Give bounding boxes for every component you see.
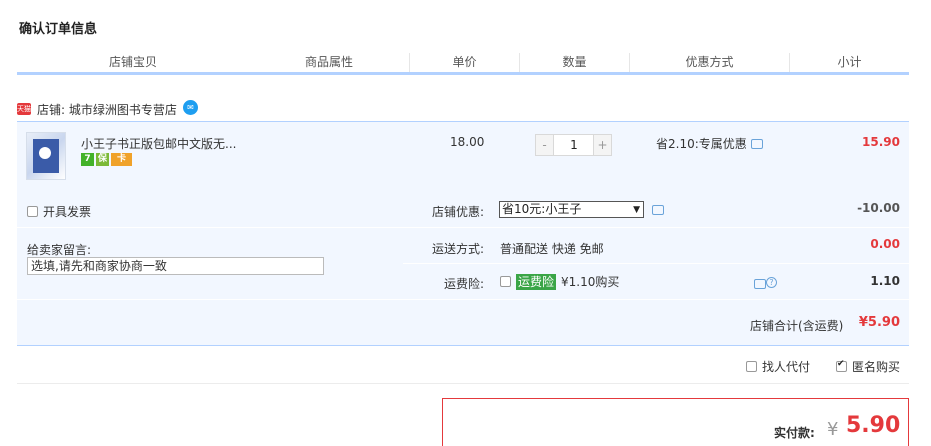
promotion-info: 省2.10:专属优惠: [656, 135, 763, 152]
insurance-option[interactable]: 运费险 ¥1.10购买: [500, 273, 619, 290]
divider: [403, 227, 909, 228]
payment-currency: ¥: [827, 419, 839, 440]
divider: [17, 299, 909, 300]
seven-day-return-icon[interactable]: 7: [81, 153, 94, 166]
order-item-row: 小王子书正版包邮中文版无... 7保卡 18.00 - 1 + 省2.10:专属…: [17, 121, 909, 191]
payment-summary-box: 实付款: ¥ 5.90: [442, 398, 909, 446]
insurance-label: 运费险:: [444, 277, 485, 291]
insurance-tag: 运费险: [516, 274, 557, 290]
payment-options-row: 找人代付 匿名购买: [17, 346, 909, 384]
shipping-label: 运送方式:: [432, 242, 485, 256]
shipping-method: 普通配送 快递 免邮: [500, 242, 604, 256]
anonymous-label: 匿名购买: [852, 360, 901, 374]
insurance-icons: ?: [754, 277, 777, 291]
shop-discount-value: -10.00: [857, 201, 900, 215]
promotion-detail-icon[interactable]: [750, 138, 763, 149]
shop-discount-select[interactable]: 省10元:小王子 ▼: [499, 201, 644, 218]
insurance-detail-icon[interactable]: [754, 278, 766, 289]
insurance-value: 1.10: [870, 274, 900, 288]
payment-amount: 5.90: [846, 413, 901, 438]
insurance-checkbox[interactable]: [500, 276, 511, 287]
col-header-attributes: 商品属性: [304, 55, 353, 69]
col-header-shop-item: 店铺宝贝: [108, 55, 157, 69]
divider: [403, 263, 909, 264]
shop-name-link[interactable]: 店铺: 城市绿洲图书专营店: [37, 101, 177, 118]
invoice-label: 开具发票: [43, 205, 92, 219]
order-options: 开具发票 给卖家留言: 选填,请先和商家协商一致 店铺优惠: 省10元:小王子 …: [17, 191, 909, 346]
quantity-input[interactable]: 1: [554, 134, 594, 156]
shop-total-value: ¥5.90: [858, 315, 900, 330]
card-payment-icon[interactable]: 卡: [111, 153, 132, 166]
product-title-link[interactable]: 小王子书正版包邮中文版无...: [81, 135, 236, 152]
invoice-checkbox[interactable]: [27, 206, 38, 217]
promotion-text: 省2.10:专属优惠: [656, 137, 747, 151]
invoice-option[interactable]: 开具发票: [27, 203, 91, 220]
product-thumbnail[interactable]: [26, 132, 66, 180]
shop-discount-label: 店铺优惠:: [432, 205, 485, 219]
tmall-badge-icon: 天猫: [17, 103, 31, 115]
agent-pay-label: 找人代付: [762, 360, 811, 374]
memo-label: 给卖家留言:: [27, 243, 92, 257]
payment-label: 实付款:: [774, 426, 815, 440]
quantity-decrease-button[interactable]: -: [535, 134, 554, 156]
shop-total-label: 店铺合计(含运费): [750, 319, 844, 333]
service-icons: 7保卡: [81, 153, 134, 167]
memo-input[interactable]: 选填,请先和商家协商一致: [27, 257, 324, 275]
anonymous-purchase-option[interactable]: 匿名购买: [836, 358, 900, 375]
quantity-increase-button[interactable]: +: [593, 134, 612, 156]
dropdown-arrow-icon: ▼: [633, 205, 640, 215]
insurance-price: ¥1.10购买: [561, 275, 620, 289]
col-header-quantity: 数量: [519, 53, 629, 72]
anonymous-checkbox[interactable]: [836, 359, 847, 372]
page-title: 确认订单信息: [19, 22, 98, 37]
table-header: 店铺宝贝 商品属性 单价 数量 优惠方式 小计: [17, 53, 909, 75]
discount-detail-icon[interactable]: [652, 205, 664, 215]
chat-seller-icon[interactable]: ✉: [183, 100, 198, 115]
item-subtotal: 15.90: [862, 135, 900, 149]
col-header-discount: 优惠方式: [629, 53, 789, 72]
divider: [17, 227, 403, 228]
shop-row: 天猫 店铺: 城市绿洲图书专营店 ✉: [17, 99, 909, 121]
help-icon[interactable]: ?: [766, 277, 777, 288]
col-header-unit-price: 单价: [409, 53, 519, 72]
agent-pay-option[interactable]: 找人代付: [746, 358, 810, 375]
unit-price: 18.00: [450, 135, 485, 149]
guarantee-icon[interactable]: 保: [96, 153, 109, 166]
agent-pay-checkbox[interactable]: [746, 361, 757, 372]
col-header-subtotal: 小计: [789, 53, 909, 72]
shop-discount-selected: 省10元:小王子: [502, 202, 582, 216]
shipping-fee: 0.00: [870, 237, 900, 251]
